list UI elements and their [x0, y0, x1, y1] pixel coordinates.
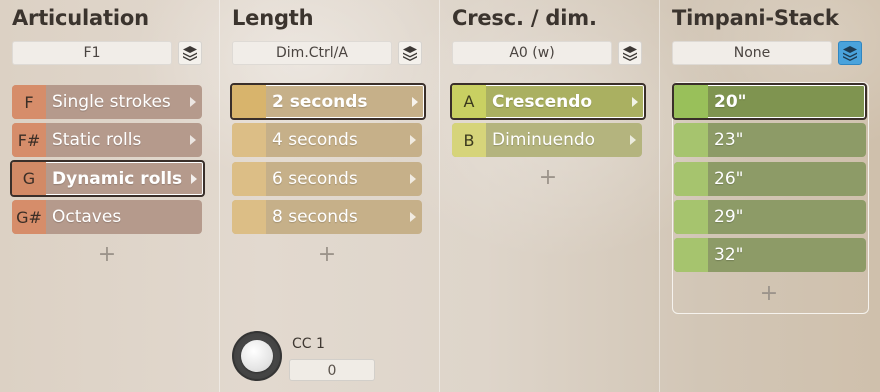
slot-label: Octaves	[52, 207, 122, 227]
slot-key: G#	[12, 200, 46, 234]
slot-label: 4 seconds	[272, 130, 358, 150]
cc-knob[interactable]	[232, 331, 282, 381]
articulation-column: Articulation F1 F Single strokes F# Stat…	[0, 0, 220, 392]
slot-length-2-seconds[interactable]: 2 seconds	[230, 83, 426, 120]
length-stack-button[interactable]	[398, 41, 422, 65]
slot-timpani-29[interactable]: 29"	[674, 200, 866, 234]
articulation-trigger-field[interactable]: F1	[12, 41, 172, 65]
slot-crescendo[interactable]: A Crescendo	[450, 83, 646, 120]
chevron-right-icon[interactable]	[630, 96, 640, 108]
articulation-stack-button[interactable]	[178, 41, 202, 65]
slot-label: 32"	[714, 245, 744, 265]
cresc-column: Cresc. / dim. A0 (w) A Crescendo B Dimin…	[440, 0, 660, 392]
timpani-stack-button[interactable]	[838, 41, 862, 65]
chevron-right-icon[interactable]	[188, 134, 198, 146]
slot-key	[674, 200, 708, 234]
slot-key: B	[452, 123, 486, 157]
chevron-right-icon[interactable]	[628, 134, 638, 146]
slot-key	[674, 162, 708, 196]
slot-key	[674, 238, 708, 272]
layers-stack-icon	[843, 46, 857, 61]
chevron-right-icon[interactable]	[189, 173, 199, 185]
slot-key	[232, 162, 266, 196]
slot-timpani-23[interactable]: 23"	[674, 123, 866, 157]
slot-label: 6 seconds	[272, 169, 358, 189]
slot-articulation-static-rolls[interactable]: F# Static rolls	[12, 123, 202, 157]
slot-key: A	[452, 85, 486, 118]
slot-label: Crescendo	[492, 91, 593, 112]
timpani-column: Timpani-Stack None 20" 23" 26" 29" 32" +	[660, 0, 880, 392]
slot-articulation-dynamic-rolls[interactable]: G Dynamic rolls	[10, 160, 205, 197]
cc-value-field[interactable]: 0	[289, 359, 375, 381]
add-articulation-button[interactable]: +	[97, 244, 117, 266]
slot-length-4-seconds[interactable]: 4 seconds	[232, 123, 422, 157]
chevron-right-icon[interactable]	[408, 211, 418, 223]
layers-stack-icon	[623, 46, 637, 61]
slot-label: 8 seconds	[272, 207, 358, 227]
add-timpani-button[interactable]: +	[759, 283, 779, 305]
slot-length-6-seconds[interactable]: 6 seconds	[232, 162, 422, 196]
cresc-stack-button[interactable]	[618, 41, 642, 65]
slot-label: Static rolls	[52, 130, 142, 150]
slot-label: Dynamic rolls	[52, 168, 183, 189]
slot-key	[674, 85, 708, 118]
slot-key	[674, 123, 708, 157]
slot-key: F#	[12, 123, 46, 157]
add-cresc-button[interactable]: +	[538, 167, 558, 189]
add-length-button[interactable]: +	[317, 244, 337, 266]
slot-articulation-single-strokes[interactable]: F Single strokes	[12, 85, 202, 119]
slot-label: Single strokes	[52, 92, 171, 112]
slot-key: F	[12, 85, 46, 119]
timpani-trigger-field[interactable]: None	[672, 41, 832, 65]
slot-key	[232, 85, 266, 118]
slot-timpani-20[interactable]: 20"	[672, 83, 867, 120]
slot-label: 26"	[714, 169, 744, 189]
slot-key	[232, 200, 266, 234]
slot-diminuendo[interactable]: B Diminuendo	[452, 123, 642, 157]
layers-stack-icon	[183, 46, 197, 61]
layers-stack-icon	[403, 46, 417, 61]
articulation-title: Articulation	[12, 6, 149, 30]
slot-timpani-32[interactable]: 32"	[674, 238, 866, 272]
chevron-right-icon[interactable]	[188, 96, 198, 108]
chevron-right-icon[interactable]	[408, 134, 418, 146]
slot-articulation-octaves[interactable]: G# Octaves	[12, 200, 202, 234]
chevron-right-icon[interactable]	[408, 173, 418, 185]
slot-label: Diminuendo	[492, 130, 596, 150]
cresc-trigger-field[interactable]: A0 (w)	[452, 41, 612, 65]
length-trigger-field[interactable]: Dim.Ctrl/A	[232, 41, 392, 65]
length-title: Length	[232, 6, 314, 30]
chevron-right-icon[interactable]	[410, 96, 420, 108]
slot-label: 29"	[714, 207, 744, 227]
slot-timpani-26[interactable]: 26"	[674, 162, 866, 196]
slot-length-8-seconds[interactable]: 8 seconds	[232, 200, 422, 234]
timpani-title: Timpani-Stack	[672, 6, 839, 30]
slot-label: 20"	[714, 91, 747, 112]
slot-label: 23"	[714, 130, 744, 150]
cresc-title: Cresc. / dim.	[452, 6, 597, 30]
slot-key: G	[12, 162, 46, 195]
slot-key	[232, 123, 266, 157]
cc-label: CC 1	[292, 336, 325, 352]
knob-cap	[241, 340, 273, 372]
slot-label: 2 seconds	[272, 91, 368, 112]
